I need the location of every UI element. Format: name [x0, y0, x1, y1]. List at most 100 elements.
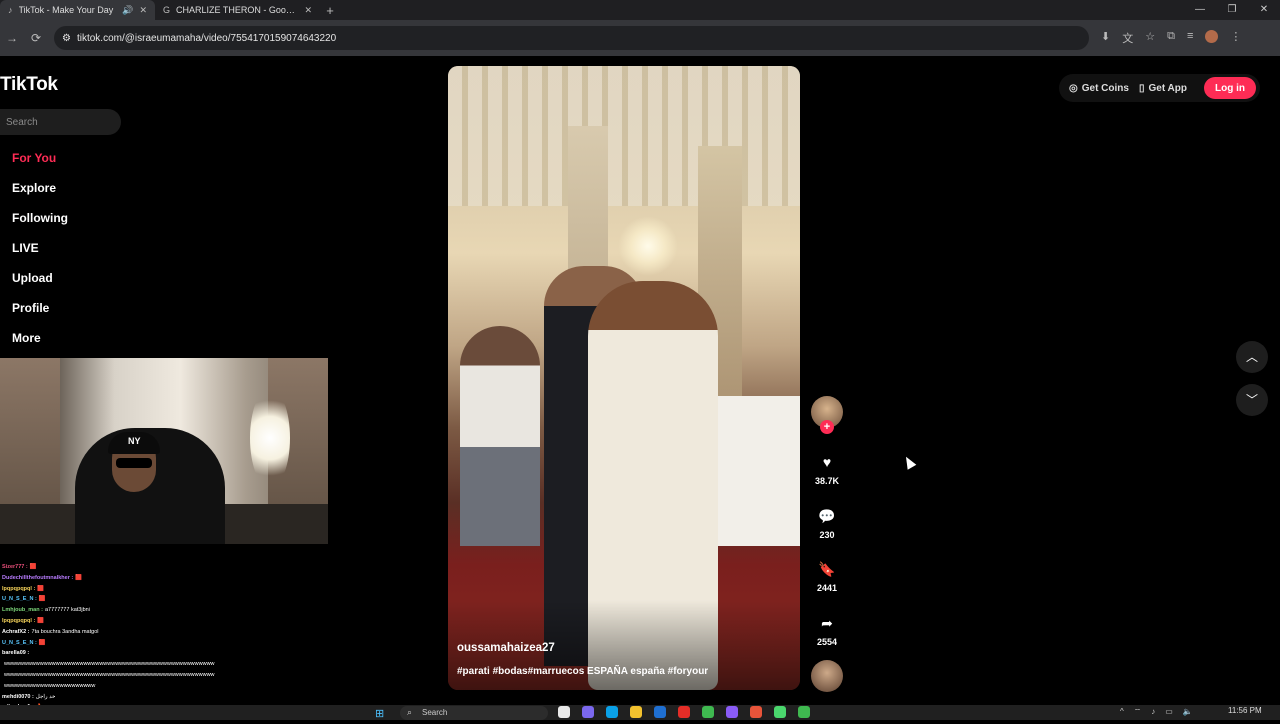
search-box[interactable]	[0, 109, 121, 135]
video-caption[interactable]: #parati #bodas#marruecos ESPAÑA españa #…	[457, 666, 708, 677]
sidebar-item-upload[interactable]: Upload	[12, 268, 68, 298]
browser-tab-bar: ♪ TikTok - Make Your Day 🔊 ✕ G CHARLIZE …	[0, 0, 1280, 20]
bookmark-star-icon[interactable]: ☆	[1145, 30, 1155, 46]
taskbar-app-icon[interactable]	[750, 706, 762, 718]
taskbar-app-icon[interactable]	[654, 706, 666, 718]
translate-icon[interactable]: 文	[1122, 30, 1133, 46]
extensions-icon[interactable]: ⧉	[1167, 30, 1175, 46]
video-author[interactable]: oussamahaizea27	[457, 642, 555, 654]
share-button[interactable]: ➦ 2554	[808, 613, 846, 647]
like-button[interactable]: ♥ 38.7K	[808, 452, 846, 486]
tray-chevron-icon[interactable]: ^	[1120, 707, 1124, 717]
taskbar-app-icon[interactable]	[582, 706, 594, 718]
chat-username: mehdi0070 :	[2, 693, 34, 700]
restore-button[interactable]: ❐	[1216, 0, 1248, 20]
new-tab-button[interactable]: +	[320, 3, 340, 18]
heart-icon: ♥	[822, 454, 832, 470]
windows-start-icon[interactable]: ⊞	[375, 707, 384, 720]
taskbar-apps	[558, 706, 810, 718]
bookmark-icon: 🔖	[818, 561, 836, 577]
video-player[interactable]: oussamahaizea27 #parati #bodas#marruecos…	[448, 66, 800, 690]
video-person-guest	[460, 326, 540, 546]
sidebar-item-for-you[interactable]: For You	[12, 148, 68, 178]
chat-line: Sizer777 : 🟥	[2, 562, 332, 573]
video-table	[718, 396, 800, 546]
tray-display-icon[interactable]: ▭	[1165, 707, 1173, 717]
video-ceiling	[448, 66, 800, 206]
get-app-button[interactable]: ▯ Get App	[1139, 83, 1187, 94]
chat-line: Lmhjoub_man : a7777777 kat3jbni	[2, 605, 332, 616]
save-button[interactable]: 🔖 2441	[808, 559, 846, 593]
sidebar-item-more[interactable]: More	[12, 328, 68, 358]
tray-volume-icon[interactable]: 🔈	[1183, 707, 1193, 717]
chat-line: lpqpqpqpql :🟥	[2, 616, 332, 627]
close-window-button[interactable]: ✕	[1248, 0, 1280, 20]
reload-icon[interactable]: ⟳	[24, 31, 48, 45]
login-button[interactable]: Log in	[1204, 77, 1256, 99]
sidebar-item-explore[interactable]: Explore	[12, 178, 68, 208]
url-bar[interactable]: ⚙ tiktok.com/@israeumamaha/video/7554170…	[54, 26, 1089, 50]
chat-username: Sizer777 :	[2, 564, 28, 570]
chat-message: 🟥	[38, 639, 46, 646]
cap-logo: NY	[128, 436, 141, 446]
tiktok-favicon-icon: ♪	[8, 5, 13, 15]
taskbar-app-icon[interactable]	[558, 706, 570, 718]
window-controls: — ❐ ✕	[1184, 0, 1280, 20]
chevron-down-icon: ﹀	[1245, 393, 1258, 407]
chat-message: wwwwwwwwwwwwwwwwwwwwwwwwwwwwwwwwwwwwwwww…	[4, 661, 215, 668]
taskbar-app-icon[interactable]	[774, 706, 786, 718]
phone-icon: ▯	[1138, 82, 1145, 94]
chat-username: Lmhjoub_man :	[2, 607, 43, 614]
get-coins-button[interactable]: ◎ Get Coins	[1069, 83, 1129, 94]
music-disc-icon[interactable]	[811, 660, 843, 692]
chat-username: AchrafX2 :	[2, 628, 30, 635]
chat-message: خد راجل	[35, 693, 56, 700]
speaker-icon[interactable]: 🔊	[122, 5, 133, 16]
minimize-button[interactable]: —	[1184, 0, 1216, 20]
tab-title: CHARLIZE THERON - Google Sea	[176, 5, 298, 15]
taskbar-app-icon[interactable]	[702, 706, 714, 718]
chat-line: lpqpqpqpql :🟥	[2, 584, 332, 595]
install-app-icon[interactable]: ⬇	[1101, 30, 1110, 46]
address-bar-row: → ⟳ ⚙ tiktok.com/@israeumamaha/video/755…	[0, 20, 1280, 56]
taskbar-search[interactable]: Search	[400, 706, 548, 720]
video-chandelier-light	[618, 216, 678, 276]
previous-video-button[interactable]: ︿	[1236, 341, 1268, 373]
sidebar-item-profile[interactable]: Profile	[12, 298, 68, 328]
taskbar-app-icon[interactable]	[606, 706, 618, 718]
chat-username: U_N_S_E_N :	[2, 596, 37, 603]
chat-username: U_N_S_E_N :	[2, 639, 37, 646]
chat-message: 🟥	[29, 564, 37, 570]
share-icon: ➦	[821, 615, 833, 631]
reading-list-icon[interactable]: ≡	[1187, 30, 1193, 46]
forward-icon[interactable]: →	[0, 31, 24, 45]
tab-google-search[interactable]: G CHARLIZE THERON - Google Sea ✕	[155, 0, 320, 20]
chat-message: wwwwwwwwwwwwwwwwwwwwwwwwwwwwwwwwwwwwwwww…	[4, 671, 215, 678]
profile-avatar[interactable]	[1205, 30, 1219, 43]
tiktok-logo[interactable]: TikTok	[0, 74, 58, 96]
close-tab-icon[interactable]: ✕	[139, 5, 147, 16]
comment-button[interactable]: 💬 230	[808, 506, 846, 540]
sidebar-item-following[interactable]: Following	[12, 208, 68, 238]
lamp-glow	[250, 388, 290, 488]
tab-title: TikTok - Make Your Day	[18, 5, 114, 15]
toolbar-icons: ⬇ 文 ☆ ⧉ ≡ ⋮	[1101, 30, 1241, 46]
follow-plus-icon[interactable]: +	[820, 420, 834, 434]
chat-message: 🟥	[75, 574, 83, 581]
tab-tiktok[interactable]: ♪ TikTok - Make Your Day 🔊 ✕	[0, 0, 155, 20]
taskbar-clock: 11:56 PM	[1228, 706, 1262, 715]
next-video-button[interactable]: ﹀	[1236, 384, 1268, 416]
menu-icon[interactable]: ⋮	[1230, 30, 1241, 46]
taskbar-app-icon[interactable]	[630, 706, 642, 718]
chat-username: lpqpqpqpql :	[2, 617, 36, 624]
search-input[interactable]	[6, 116, 116, 128]
site-info-icon[interactable]: ⚙	[62, 33, 71, 44]
sidebar-item-live[interactable]: LIVE	[12, 238, 68, 268]
taskbar-app-icon[interactable]	[726, 706, 738, 718]
taskbar-app-icon[interactable]	[798, 706, 810, 718]
system-tray: ^ ⌔ ♪ ▭ 🔈	[1120, 707, 1193, 717]
taskbar-app-icon[interactable]	[678, 706, 690, 718]
close-tab-icon[interactable]: ✕	[304, 5, 312, 16]
tray-mic-icon[interactable]: ♪	[1151, 707, 1155, 717]
tray-network-icon[interactable]: ⌔	[1134, 707, 1142, 717]
